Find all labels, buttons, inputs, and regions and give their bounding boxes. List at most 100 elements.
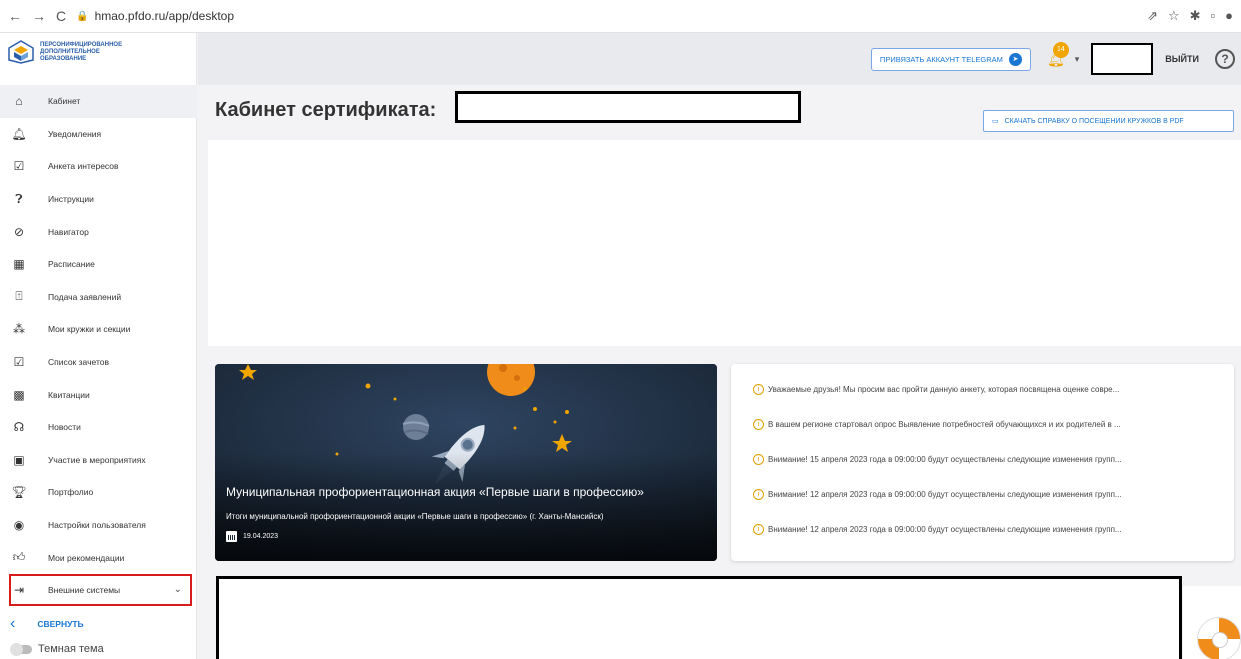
- logo-line-1: ПЕРСОНИФИЦИРОВАННОЕ: [40, 41, 123, 48]
- browser-actions: ⇗ ☆ ✱ ▫ ●: [1147, 8, 1233, 24]
- sidebar-item-external-systems[interactable]: ⇥ Внешние системы ⌄: [9, 573, 192, 606]
- sidebar-item-instructions[interactable]: ❓︎ Инструкции: [0, 183, 197, 216]
- sidebar-item-notifications[interactable]: 🔔︎ Уведомления: [0, 118, 197, 151]
- help-icon: ❓︎: [15, 191, 23, 206]
- sidebar-item-label: Мои рекомендации: [48, 552, 125, 563]
- news-item[interactable]: i Внимание! 12 апреля 2023 года в 09:00:…: [731, 512, 1234, 547]
- event-icon: ▣: [13, 452, 25, 467]
- sidebar-item-cabinet[interactable]: ⌂ Кабинет: [0, 85, 197, 118]
- news-list: i Уважаемые друзья! Мы просим вас пройти…: [731, 364, 1234, 561]
- home-icon: ⌂: [15, 94, 23, 109]
- sidebar-item-applications[interactable]: ⍐ Подача заявлений: [0, 281, 197, 314]
- forward-icon[interactable]: →: [32, 8, 46, 24]
- info-icon: i: [753, 419, 764, 430]
- sidebar-item-label: Участие в мероприятиях: [48, 454, 146, 465]
- help-button[interactable]: ?: [1215, 49, 1235, 69]
- trophy-icon: 🏆︎: [11, 485, 27, 500]
- news-item-text: Внимание! 15 апреля 2023 года в 09:00:00…: [768, 455, 1122, 464]
- news-item-text: Внимание! 12 апреля 2023 года в 09:00:00…: [768, 490, 1122, 499]
- news-item[interactable]: i Внимание! 15 апреля 2023 года в 09:00:…: [731, 442, 1234, 477]
- support-lifebuoy-icon[interactable]: [1197, 617, 1241, 659]
- document-icon: ▭: [992, 118, 999, 125]
- sidebar-item-label: Мои кружки и секции: [48, 324, 131, 335]
- news-icon: ☊: [13, 420, 25, 435]
- sidebar-item-label: Кабинет: [48, 96, 81, 107]
- url-text: hmao.pfdo.ru/app/desktop: [94, 9, 235, 23]
- logo-icon: [8, 40, 34, 64]
- link-telegram-button[interactable]: ПРИВЯЗАТЬ АККАУНТ TELEGRAM ➤: [870, 47, 1031, 71]
- sidebar-item-label: Расписание: [48, 259, 95, 270]
- thumb-up-icon: 👍︎: [12, 550, 26, 565]
- space-illustration: [215, 364, 717, 561]
- calendar-icon: [226, 531, 237, 542]
- address-bar[interactable]: 🔒 hmao.pfdo.ru/app/desktop: [76, 9, 234, 23]
- sidebar-item-label: Список зачетов: [48, 357, 109, 368]
- external-icon: ⇥: [13, 582, 25, 597]
- chevron-down-icon[interactable]: ⌄: [174, 584, 182, 595]
- calendar-icon: ▦: [13, 257, 25, 272]
- sidebar-item-label: Внешние системы: [48, 584, 121, 595]
- toggle-switch[interactable]: [10, 642, 32, 656]
- chevron-left-icon: ‹: [10, 615, 16, 632]
- reload-icon[interactable]: C: [56, 8, 66, 24]
- sidebar-item-label: Уведомления: [48, 128, 102, 139]
- download-pdf-button[interactable]: ▭ СКАЧАТЬ СПРАВКУ О ПОСЕЩЕНИИ КРУЖКОВ В …: [983, 110, 1234, 132]
- browser-toolbar: ← → C 🔒 hmao.pfdo.ru/app/desktop ⇗ ☆ ✱ ▫…: [0, 0, 1241, 33]
- sidebar-item-events[interactable]: ▣ Участие в мероприятиях: [0, 444, 197, 477]
- card-date: 19.04.2023: [226, 531, 278, 542]
- news-item[interactable]: i В вашем регионе стартовал опрос Выявле…: [731, 407, 1234, 442]
- content-panel: [208, 140, 1241, 346]
- extensions-icon[interactable]: ✱: [1190, 8, 1201, 24]
- sidebar-item-my-sections[interactable]: ⁂ Мои кружки и секции: [0, 313, 197, 346]
- sidebar-item-label: Навигатор: [48, 226, 89, 237]
- card-title: Муниципальная профориентационная акция «…: [226, 485, 644, 499]
- browser-nav: ← → C: [0, 8, 66, 24]
- logo-line-2: ДОПОЛНИТЕЛЬНОЕ: [40, 48, 100, 55]
- news-item-text: Уважаемые друзья! Мы просим вас пройти д…: [768, 385, 1120, 394]
- collapse-label: СВЕРНУТЬ: [37, 619, 84, 629]
- profile-icon[interactable]: ●: [1225, 8, 1233, 24]
- news-item[interactable]: i Внимание! 12 апреля 2023 года в 09:00:…: [731, 477, 1234, 512]
- sidebar: ПЕРСОНИФИЦИРОВАННОЕ ДОПОЛНИТЕЛЬНОЕ ОБРАЗ…: [0, 33, 197, 659]
- logout-button[interactable]: ВЫЙТИ: [1165, 54, 1199, 64]
- share-icon[interactable]: ⇗: [1147, 8, 1158, 24]
- upload-icon: ⍐: [15, 289, 23, 304]
- sidebar-item-news[interactable]: ☊ Новости: [0, 411, 197, 444]
- user-settings-icon: ◉: [13, 518, 25, 533]
- card-date-text: 19.04.2023: [243, 533, 279, 540]
- link-telegram-label: ПРИВЯЗАТЬ АККАУНТ TELEGRAM: [879, 54, 1003, 64]
- notifications-bell[interactable]: 🔔︎ 14: [1047, 41, 1069, 68]
- info-icon: i: [753, 489, 764, 500]
- logo[interactable]: ПЕРСОНИФИЦИРОВАННОЕ ДОПОЛНИТЕЛЬНОЕ ОБРАЗ…: [0, 33, 196, 71]
- page-title: Кабинет сертификата:: [215, 99, 437, 121]
- sidebar-item-interests-form[interactable]: ☑ Анкета интересов: [0, 150, 197, 183]
- sidebar-item-label: Портфолио: [48, 487, 94, 498]
- collapse-button[interactable]: ‹ СВЕРНУТЬ: [0, 611, 84, 637]
- info-icon: i: [753, 384, 764, 395]
- star-icon[interactable]: ☆: [1168, 8, 1180, 24]
- sidebar-item-portfolio[interactable]: 🏆︎ Портфолио: [0, 476, 197, 509]
- notifications-badge: 14: [1052, 41, 1069, 58]
- form-icon: ☑: [13, 159, 25, 174]
- info-icon: i: [753, 454, 764, 465]
- sidebar-item-user-settings[interactable]: ◉ Настройки пользователя: [0, 509, 197, 542]
- dark-theme-toggle[interactable]: Темная тема: [10, 642, 104, 656]
- compass-icon: ⊘: [13, 224, 25, 239]
- back-icon[interactable]: ←: [8, 8, 22, 24]
- sidebar-item-label: Подача заявлений: [48, 291, 122, 302]
- sidebar-item-label: Анкета интересов: [48, 161, 119, 172]
- sidebar-item-credits[interactable]: ☑ Список зачетов: [0, 346, 197, 379]
- user-name-redacted[interactable]: [1091, 43, 1154, 75]
- sidebar-item-recommendations[interactable]: 👍︎ Мои рекомендации: [0, 541, 197, 574]
- sidebar-item-receipts[interactable]: ▩ Квитанции: [0, 378, 197, 411]
- news-item[interactable]: i Уважаемые друзья! Мы просим вас пройти…: [731, 372, 1234, 407]
- caret-down-icon[interactable]: ▾: [1075, 54, 1080, 65]
- window-icon[interactable]: ▫: [1211, 8, 1216, 24]
- download-pdf-label: СКАЧАТЬ СПРАВКУ О ПОСЕЩЕНИИ КРУЖКОВ В PD…: [1004, 117, 1184, 125]
- redacted-content-box: [216, 576, 1182, 659]
- featured-news-card[interactable]: Муниципальная профориентационная акция «…: [215, 364, 717, 561]
- sidebar-item-schedule[interactable]: ▦ Расписание: [0, 248, 197, 281]
- lock-icon: 🔒: [76, 10, 89, 22]
- sidebar-item-navigator[interactable]: ⊘ Навигатор: [0, 215, 197, 248]
- sidebar-menu: ⌂ Кабинет 🔔︎ Уведомления ☑ Анкета интере…: [0, 85, 197, 606]
